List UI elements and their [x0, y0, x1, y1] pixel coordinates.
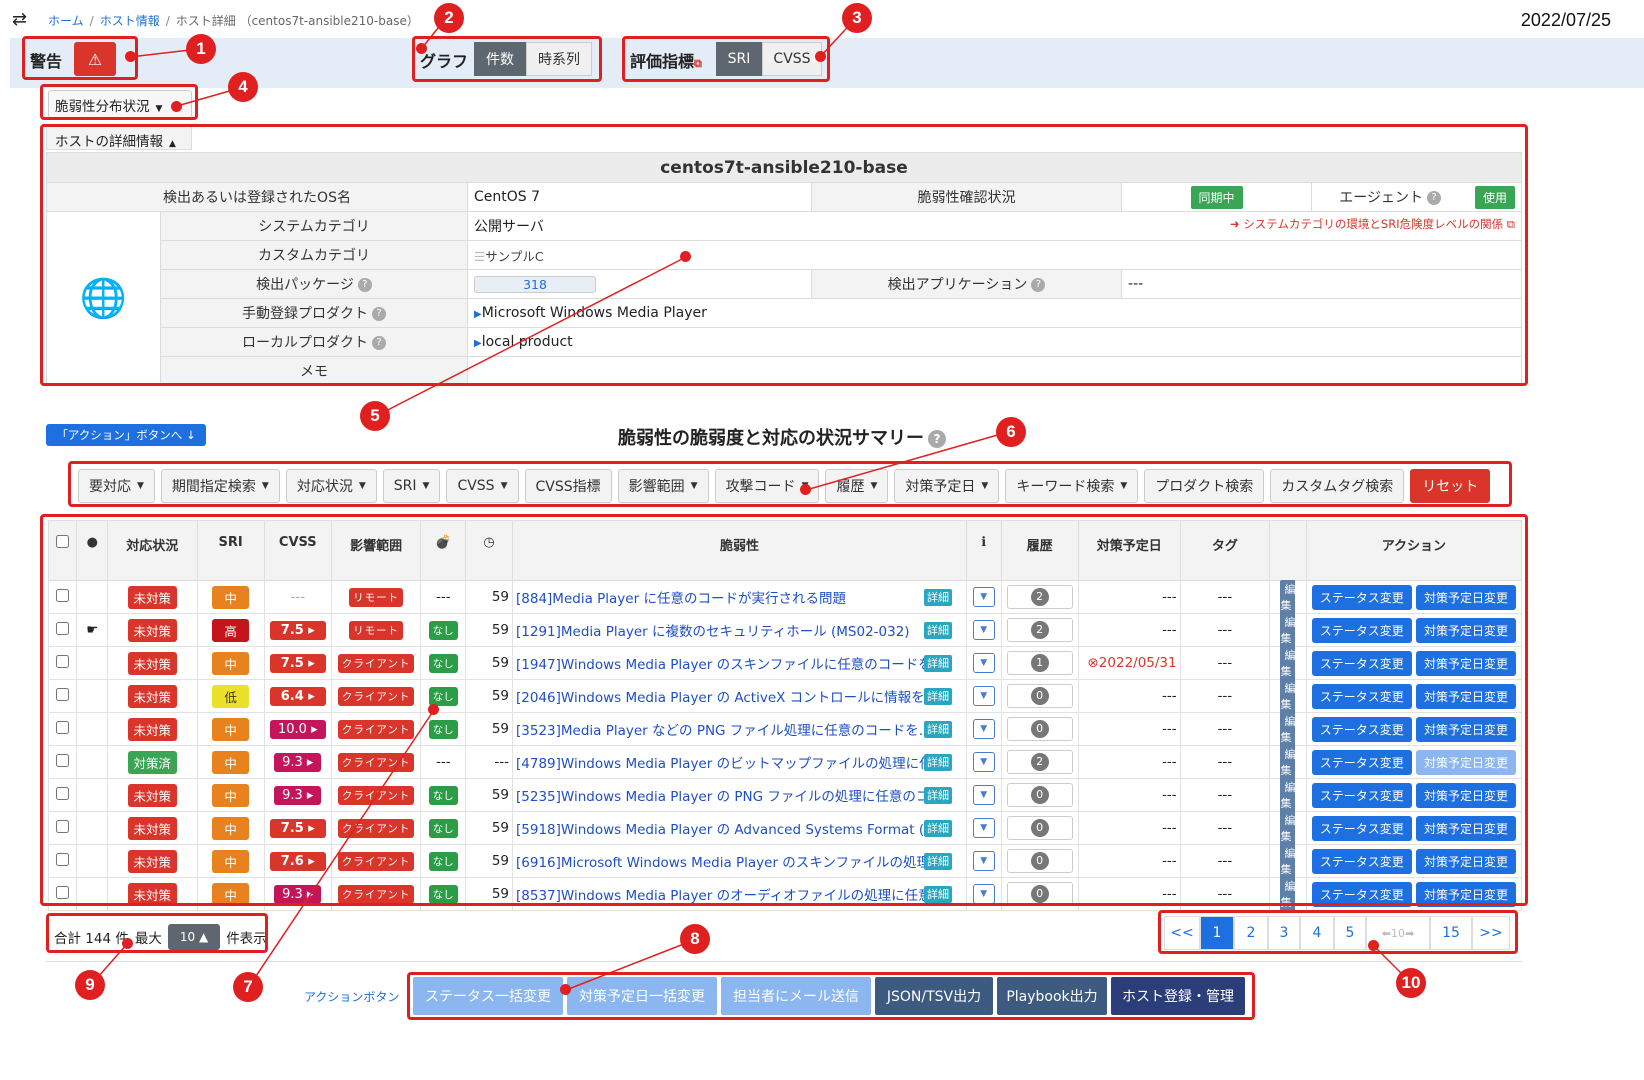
summary-title: 脆弱性の脆弱度と対応の状況サマリー?	[618, 424, 946, 450]
annotation-dot	[815, 51, 826, 62]
annotation-dot	[560, 984, 571, 995]
annotation-marker-3: 3	[842, 3, 872, 33]
annotation-box-1	[22, 36, 138, 80]
annotation-box-10	[1158, 910, 1518, 954]
breadcrumb-home[interactable]: ホーム	[48, 14, 84, 28]
annotation-box-3	[622, 36, 830, 82]
annotation-marker-6: 6	[996, 417, 1026, 447]
annotation-marker-2: 2	[434, 3, 464, 33]
annotation-dot	[171, 101, 182, 112]
annotation-marker-10: 10	[1396, 968, 1426, 998]
arrow-down-icon: ↓	[185, 428, 196, 442]
annotation-marker-1: 1	[186, 34, 216, 64]
annotation-dot	[125, 51, 136, 62]
action-buttons-label: アクションボタン	[304, 990, 400, 1004]
annotation-marker-7: 7	[233, 972, 263, 1002]
annotation-box-9	[46, 913, 268, 953]
annotation-dot	[680, 251, 691, 262]
annotation-box-6	[68, 461, 1512, 507]
exchange-icon[interactable]: ⇄	[12, 9, 27, 30]
page-date: 2022/07/25	[1520, 10, 1611, 30]
divider	[46, 961, 1522, 962]
annotation-box-5	[40, 124, 1528, 386]
annotation-marker-8: 8	[680, 924, 710, 954]
breadcrumb: ホーム / ホスト情報 / ホスト詳細 （centos7t-ansible210-bas…	[48, 14, 419, 28]
action-jump-button[interactable]: 「アクション」ボタンへ ↓	[46, 424, 206, 446]
annotation-box-2	[412, 36, 602, 82]
annotation-marker-5: 5	[360, 401, 390, 431]
breadcrumb-host-info[interactable]: ホスト情報	[100, 14, 160, 28]
annotation-box-7	[40, 514, 1528, 906]
annotation-box-8	[407, 972, 1255, 1020]
breadcrumb-current: ホスト詳細 （centos7t-ansible210-base）	[175, 14, 419, 28]
annotation-dot	[416, 43, 427, 54]
top-nav: ⇄ ホーム / ホスト情報 / ホスト詳細 （centos7t-ansible210-b…	[0, 0, 1644, 38]
annotation-marker-4: 4	[228, 72, 258, 102]
annotation-marker-9: 9	[75, 970, 105, 1000]
annotation-dot	[428, 704, 439, 715]
annotation-dot	[122, 938, 133, 949]
help-icon[interactable]: ?	[928, 430, 946, 448]
annotation-dot	[1368, 940, 1379, 951]
annotation-dot	[800, 484, 811, 495]
